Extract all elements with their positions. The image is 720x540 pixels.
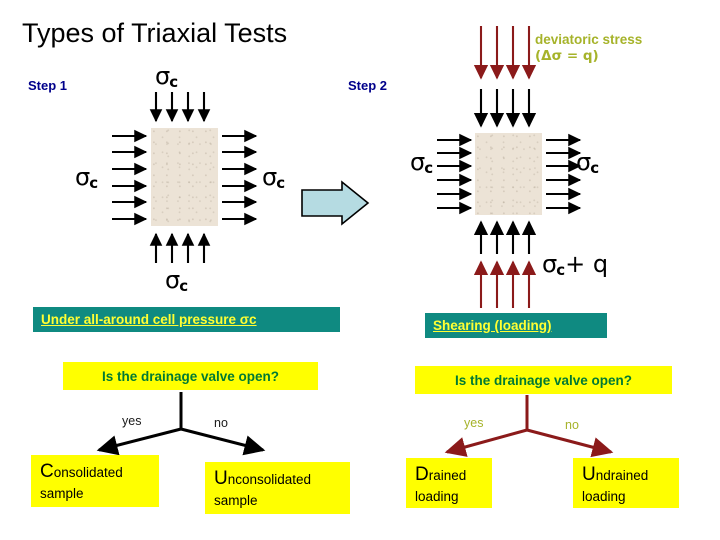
- step2-label: Step 2: [348, 78, 388, 93]
- right-question-box: Is the drainage valve open?: [415, 366, 672, 394]
- right-question-text: Is the drainage valve open?: [454, 372, 633, 388]
- right-leaf-undrained-cap: U: [582, 464, 596, 485]
- step1-sigma-bottom: σc: [165, 266, 188, 295]
- left-leaf-consolidated-rest: onsolidated: [53, 465, 123, 480]
- right-leaf-drained-cap: D: [415, 464, 429, 485]
- deviatoric-stress-label: deviatoric stress (Δσ = q): [535, 31, 642, 66]
- step1-sigma-bottom-text: σc: [165, 266, 189, 295]
- step2-sigma-left-text: σc: [410, 148, 434, 177]
- right-banner-text: Shearing (loading): [433, 318, 552, 333]
- step2-sigma-right-text: σc: [576, 148, 600, 177]
- left-leaf-unconsolidated-cap: U: [214, 468, 228, 489]
- step1-sigma-left: σc: [75, 163, 98, 192]
- right-leaf-drained-line2: loading: [415, 488, 459, 504]
- right-branch-yes-label: yes: [464, 416, 484, 430]
- left-leaf-consolidated-cap: C: [40, 461, 54, 482]
- page-title: Types of Triaxial Tests: [22, 18, 288, 48]
- left-branch-yes-label: yes: [122, 414, 142, 428]
- step2-sigma-left: σc: [410, 148, 433, 177]
- right-leaf-drained-line1: Drained: [415, 465, 484, 485]
- step1-sigma-left-text: σc: [75, 163, 99, 192]
- right-leaf-undrained: Undrained loading: [573, 458, 679, 508]
- right-banner: Shearing (loading): [425, 313, 607, 338]
- step1-sigma-right: σc: [262, 163, 285, 192]
- left-leaf-unconsolidated-line2: sample: [214, 492, 258, 508]
- step1-soil-sample-block: [151, 128, 218, 226]
- left-question-box: Is the drainage valve open?: [63, 362, 318, 390]
- left-leaf-unconsolidated: Unconsolidated sample: [205, 462, 350, 514]
- left-banner: Under all-around cell pressure σc: [33, 307, 340, 332]
- step1-sigma-right-text: σc: [262, 163, 286, 192]
- step2-sigma-right: σc: [576, 148, 599, 177]
- left-leaf-consolidated-line1: Consolidated: [40, 462, 151, 482]
- step2-sigma-bottom-text: σc+ q: [542, 250, 609, 279]
- left-leaf-unconsolidated-rest: nconsolidated: [227, 472, 312, 487]
- left-leaf-consolidated: Consolidated sample: [31, 455, 159, 507]
- right-branch-no-label: no: [565, 418, 579, 432]
- right-leaf-undrained-rest: ndrained: [595, 468, 649, 483]
- right-leaf-undrained-line1: Undrained: [582, 465, 671, 485]
- left-leaf-unconsolidated-line1: Unconsolidated: [214, 469, 342, 489]
- step1-sigma-top: σc: [155, 62, 178, 91]
- right-leaf-drained-rest: rained: [428, 468, 467, 483]
- step2-soil-sample-block: [475, 133, 542, 215]
- right-leaf-undrained-line2: loading: [582, 488, 626, 504]
- left-branch-no-label: no: [214, 416, 228, 430]
- left-leaf-consolidated-line2: sample: [40, 485, 84, 501]
- deviatoric-stress-line2: (Δσ = q): [535, 48, 599, 65]
- step2-sigma-bottom: σc+ q: [542, 250, 608, 279]
- left-banner-text: Under all-around cell pressure σc: [41, 312, 257, 327]
- right-arrow-shape: [301, 180, 370, 226]
- step1-sigma-top-text: σc: [155, 62, 179, 91]
- step1-label: Step 1: [28, 78, 68, 93]
- deviatoric-stress-line1: deviatoric stress: [535, 32, 643, 47]
- left-question-text: Is the drainage valve open?: [101, 368, 280, 384]
- right-leaf-drained: Drained loading: [406, 458, 492, 508]
